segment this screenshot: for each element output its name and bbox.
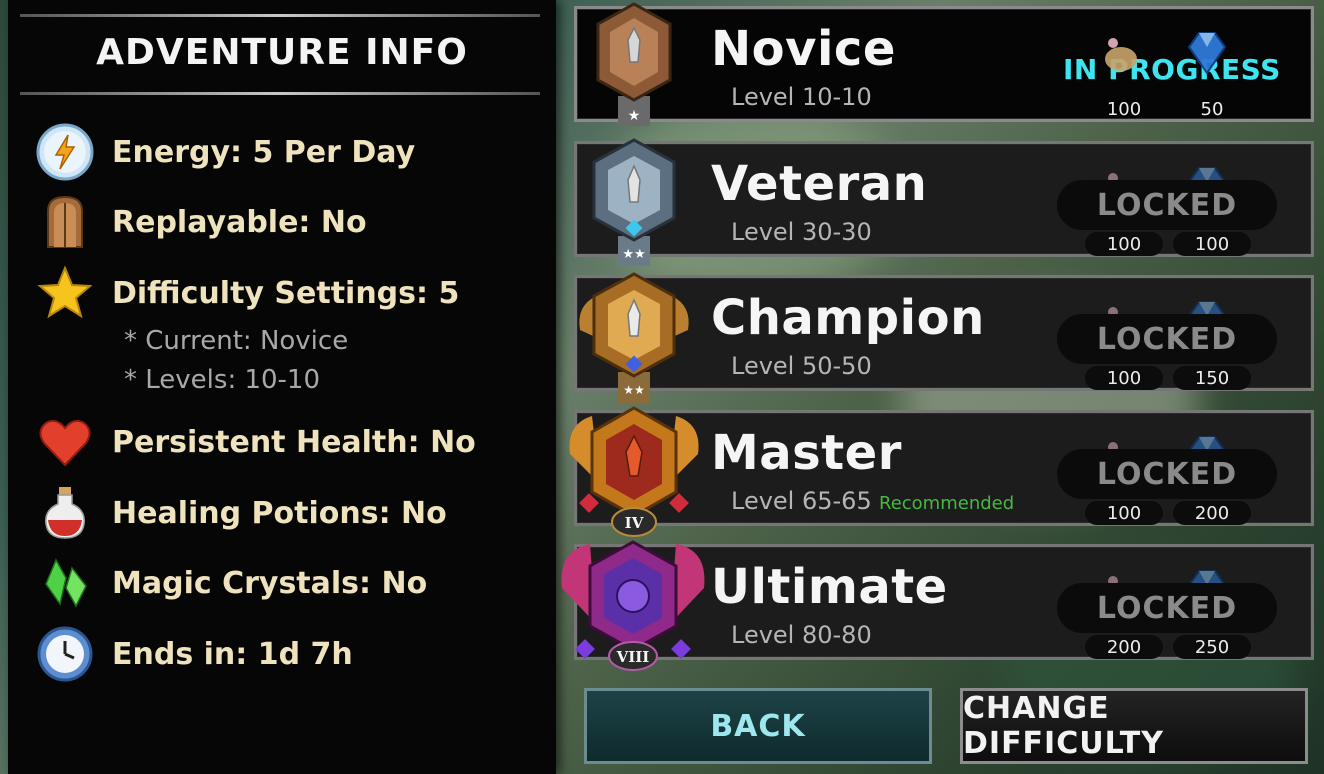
status-locked: LOCKED <box>1057 449 1277 499</box>
difficulty-name: Champion <box>711 290 985 346</box>
clock-icon <box>36 625 94 683</box>
gem-cost: 200 <box>1173 501 1251 525</box>
info-difficulty: Difficulty Settings: 5 <box>36 263 459 323</box>
energy-icon <box>36 123 94 181</box>
heart-icon <box>36 413 94 471</box>
replayable-label: Replayable: No <box>112 204 367 240</box>
food-cost: 200 <box>1085 635 1163 659</box>
ultimate-medal-icon: VIII <box>561 540 705 671</box>
difficulty-level: Level 50-50 <box>731 352 872 380</box>
svg-text:★: ★ <box>628 108 641 124</box>
divider-top <box>20 14 540 17</box>
status-locked: LOCKED <box>1057 314 1277 364</box>
food-cost: 100 <box>1085 366 1163 390</box>
gem-cost: 100 <box>1173 232 1251 256</box>
info-potions: Healing Potions: No <box>36 483 447 543</box>
recommended-tag: Recommended <box>879 493 1015 514</box>
back-button[interactable]: BACK <box>584 688 932 764</box>
gem-icon <box>1187 32 1227 75</box>
divider-title <box>20 92 540 95</box>
persistent-health-label: Persistent Health: No <box>112 424 476 460</box>
info-replayable: Replayable: No <box>36 192 367 252</box>
info-health: Persistent Health: No <box>36 412 476 472</box>
info-crystals: Magic Crystals: No <box>36 553 427 613</box>
status-locked: LOCKED <box>1057 180 1277 230</box>
difficulty-level: Level 65-65 <box>731 487 872 515</box>
difficulty-level: Level 10-10 <box>731 83 872 111</box>
svg-text:★★: ★★ <box>622 247 645 262</box>
medal-rank: IV <box>625 514 644 532</box>
gem-cost: 250 <box>1173 635 1251 659</box>
panel-title: ADVENTURE INFO <box>96 32 468 73</box>
silver-medal-icon: ★★ <box>592 138 676 266</box>
difficulty-name: Novice <box>711 21 896 77</box>
healing-potions-label: Healing Potions: No <box>112 495 447 531</box>
info-ends: Ends in: 1d 7h <box>36 624 353 684</box>
star-icon <box>36 264 94 322</box>
info-energy: Energy: 5 Per Day <box>36 122 415 182</box>
current-difficulty-text: * Current: Novice <box>124 326 349 356</box>
status-in-progress: IN PROGRESS <box>1063 53 1281 86</box>
svg-text:★★: ★★ <box>623 383 645 397</box>
ends-in-label: Ends in: 1d 7h <box>112 636 353 672</box>
gem-cost: 50 <box>1200 98 1224 120</box>
food-cost: 100 <box>1106 98 1142 120</box>
difficulty-settings-label: Difficulty Settings: 5 <box>112 275 460 311</box>
gold-medal-icon: ★★ <box>579 272 689 404</box>
status-locked: LOCKED <box>1057 583 1277 633</box>
difficulty-level: Level 30-30 <box>731 218 872 246</box>
difficulty-card-novice[interactable]: Novice Level 10-10 IN PROGRESS 100 50 <box>574 6 1314 122</box>
medal-rank: VIII <box>616 648 650 666</box>
change-difficulty-button[interactable]: CHANGE DIFFICULTY <box>960 688 1308 764</box>
bronze-medal-icon: ★ <box>596 2 672 126</box>
food-cost: 100 <box>1085 232 1163 256</box>
levels-text: * Levels: 10-10 <box>124 365 321 395</box>
energy-label: Energy: 5 Per Day <box>112 134 416 170</box>
food-cost: 100 <box>1085 501 1163 525</box>
food-icon <box>1105 38 1137 71</box>
magic-crystals-label: Magic Crystals: No <box>112 565 428 601</box>
crystal-icon <box>36 554 94 612</box>
door-icon <box>36 193 94 251</box>
difficulty-name: Veteran <box>711 156 928 212</box>
potion-icon <box>36 484 94 542</box>
master-medal-icon: IV <box>569 406 699 537</box>
gem-cost: 150 <box>1173 366 1251 390</box>
difficulty-name: Ultimate <box>711 559 948 615</box>
difficulty-name: Master <box>711 425 902 481</box>
difficulty-level: Level 80-80 <box>731 621 872 649</box>
adventure-info-panel: ADVENTURE INFO Energy: 5 Per Day Replaya… <box>8 0 556 774</box>
